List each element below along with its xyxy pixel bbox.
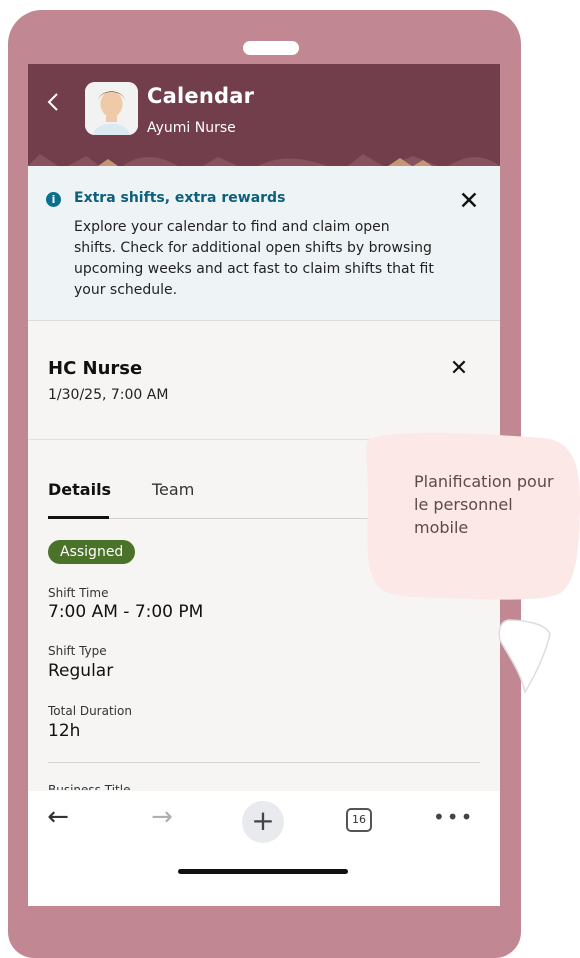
browser-back-icon[interactable]: ← xyxy=(38,791,78,843)
browser-toolbar: ← → + 16 ••• xyxy=(28,791,500,906)
shift-datetime: 1/30/25, 7:00 AM xyxy=(48,387,169,403)
status-badge: Assigned xyxy=(48,540,136,564)
tab-team[interactable]: Team xyxy=(152,480,194,499)
shift-time-label: Shift Time xyxy=(48,586,109,600)
total-duration-label: Total Duration xyxy=(48,704,132,718)
shift-header: HC Nurse 1/30/25, 7:00 AM ✕ xyxy=(28,321,500,440)
user-name: Ayumi Nurse xyxy=(147,120,236,136)
shift-close-icon[interactable]: ✕ xyxy=(447,357,471,381)
total-duration-value: 12h xyxy=(48,721,81,741)
shift-type-value: Regular xyxy=(48,661,114,681)
bubble-caption: Planification pour le personnel mobile xyxy=(414,472,554,537)
business-title-label: Business Title xyxy=(48,783,131,790)
new-tab-plus-icon[interactable]: + xyxy=(242,801,284,843)
avatar xyxy=(85,82,138,135)
info-banner: i Extra shifts, extra rewards Explore yo… xyxy=(28,166,500,321)
divider xyxy=(48,762,480,763)
browser-forward-icon[interactable]: → xyxy=(142,791,182,843)
chevron-left-icon xyxy=(47,93,58,111)
info-icon: i xyxy=(46,192,61,207)
header-pattern xyxy=(28,154,500,166)
shift-time-value: 7:00 AM - 7:00 PM xyxy=(48,602,204,622)
back-button[interactable] xyxy=(42,90,66,114)
home-indicator[interactable] xyxy=(178,869,348,874)
shift-title: HC Nurse xyxy=(48,358,143,379)
speech-bubble: Planification pour le personnel mobile xyxy=(350,430,580,700)
phone-notch xyxy=(243,41,299,55)
user-avatar-icon xyxy=(85,82,138,135)
app-header: Calendar Ayumi Nurse xyxy=(28,64,500,166)
shift-type-label: Shift Type xyxy=(48,644,107,658)
tab-count-button[interactable]: 16 xyxy=(346,808,372,832)
banner-text: Explore your calendar to find and claim … xyxy=(74,219,434,298)
page-title: Calendar xyxy=(147,84,255,108)
banner-close-icon[interactable]: ✕ xyxy=(456,188,482,214)
more-options-icon[interactable]: ••• xyxy=(433,791,472,843)
banner-title: Extra shifts, extra rewards xyxy=(74,190,286,206)
active-tab-indicator xyxy=(48,516,109,519)
tab-details[interactable]: Details xyxy=(48,480,111,499)
